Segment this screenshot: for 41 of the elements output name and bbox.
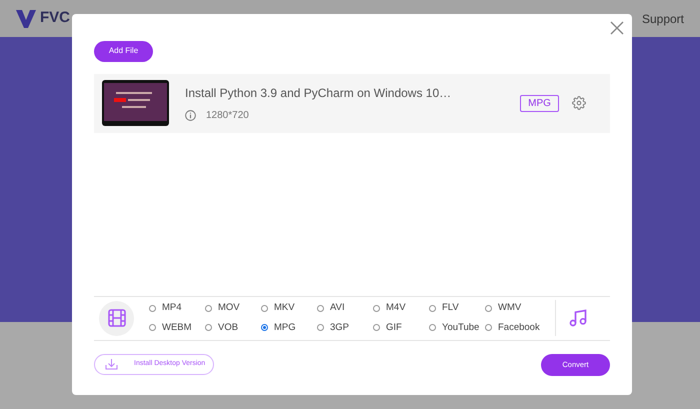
radio-button[interactable] bbox=[485, 304, 492, 312]
logo-icon bbox=[16, 10, 36, 28]
add-file-button[interactable]: Add File bbox=[94, 40, 153, 62]
radio-button[interactable] bbox=[429, 324, 436, 332]
format-label: GIF bbox=[386, 320, 402, 334]
format-label: YouTube bbox=[442, 320, 480, 334]
video-format-icon[interactable] bbox=[99, 300, 134, 336]
format-label: FLV bbox=[442, 301, 459, 316]
radio-button[interactable] bbox=[205, 304, 212, 312]
radio-button[interactable] bbox=[149, 324, 156, 332]
format-label: MKV bbox=[274, 301, 295, 316]
format-label: Facebook bbox=[498, 320, 540, 334]
format-label: WMV bbox=[498, 301, 522, 316]
radio-button[interactable] bbox=[373, 324, 380, 332]
radio-button[interactable] bbox=[149, 304, 156, 312]
format-label: WEBM bbox=[162, 320, 192, 334]
radio-button[interactable] bbox=[317, 324, 324, 332]
support-link[interactable]: Support bbox=[642, 10, 684, 28]
download-icon bbox=[105, 359, 118, 370]
radio-button[interactable] bbox=[429, 304, 436, 312]
info-icon bbox=[185, 110, 196, 120]
format-label: MOV bbox=[218, 301, 240, 316]
file-title: Install Python 3.9 and PyCharm on Windows 10… bbox=[185, 84, 452, 102]
radio-button[interactable] bbox=[317, 304, 324, 312]
format-label: MP4 bbox=[162, 301, 182, 316]
format-label: 3GP bbox=[330, 320, 350, 334]
music-note-icon[interactable] bbox=[568, 308, 588, 328]
radio-button[interactable] bbox=[373, 304, 380, 312]
format-label: AVI bbox=[330, 301, 345, 316]
settings-icon[interactable] bbox=[572, 96, 586, 110]
radio-button[interactable] bbox=[205, 324, 212, 332]
logo-text: FVC bbox=[40, 8, 70, 28]
format-label: VOB bbox=[218, 320, 238, 334]
format-label: M4V bbox=[386, 301, 406, 316]
format-button[interactable]: MPG bbox=[520, 94, 559, 112]
radio-button[interactable] bbox=[261, 324, 268, 332]
radio-button[interactable] bbox=[485, 324, 492, 332]
close-icon[interactable] bbox=[610, 21, 624, 35]
resolution-text: 1280*720 bbox=[206, 108, 249, 122]
radio-button[interactable] bbox=[261, 304, 268, 312]
format-label: MPG bbox=[274, 320, 296, 334]
